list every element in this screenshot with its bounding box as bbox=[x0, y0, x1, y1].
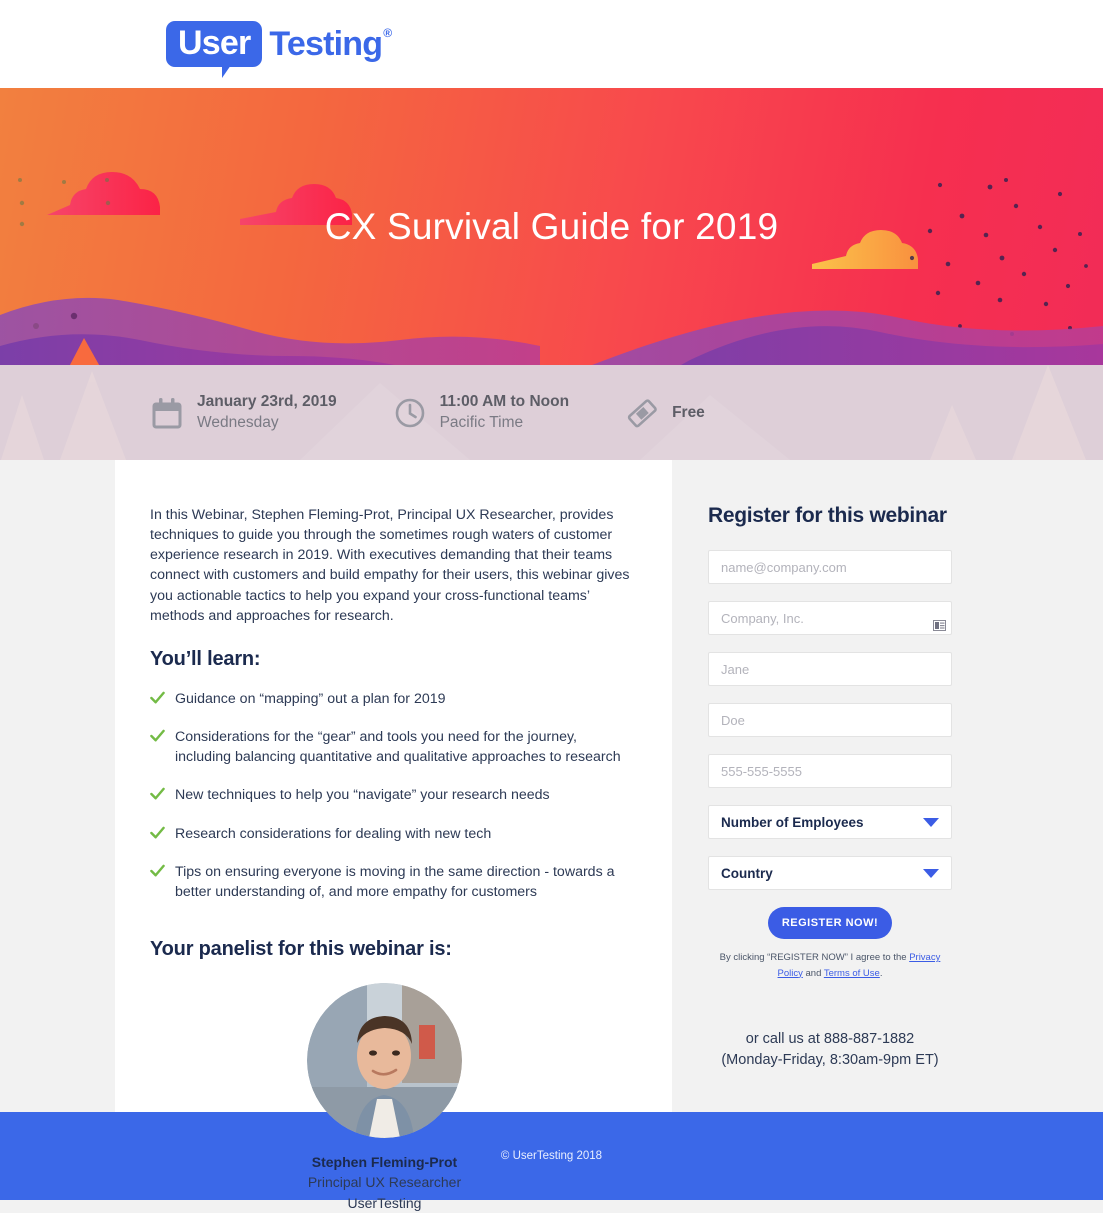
list-item-label: Research considerations for dealing with… bbox=[175, 825, 492, 842]
info-item-time: 11:00 AM to Noon Pacific Time bbox=[393, 392, 569, 434]
page-title: CX Survival Guide for 2019 bbox=[324, 205, 779, 247]
panelist-photo bbox=[307, 983, 462, 1139]
webinar-details-card: In this Webinar, Stephen Fleming-Prot, P… bbox=[115, 460, 672, 1211]
info-time-secondary: Pacific Time bbox=[439, 413, 524, 431]
call-us-line2: (Monday-Friday, 8:30am-9pm ET) bbox=[721, 1052, 939, 1069]
panelist-org: UserTesting bbox=[347, 1194, 422, 1211]
panelist-heading: Your panelist for this webinar is: bbox=[150, 938, 452, 961]
employees-select-label: Number of Employees bbox=[721, 814, 864, 830]
list-item-label: Tips on ensuring everyone is moving in t… bbox=[175, 863, 615, 900]
register-now-button[interactable]: REGISTER NOW! bbox=[768, 907, 892, 939]
call-us-block: or call us at 888-887-1882 (Monday-Frida… bbox=[708, 1029, 952, 1071]
registration-form: Register for this webinar Number of Emp bbox=[672, 460, 1103, 1112]
check-icon bbox=[150, 729, 165, 742]
registered-trademark-icon: ® bbox=[383, 26, 393, 40]
ticket-icon bbox=[627, 398, 657, 427]
email-field[interactable] bbox=[708, 550, 952, 584]
check-icon bbox=[150, 864, 165, 877]
chevron-down-icon[interactable] bbox=[923, 817, 939, 827]
learn-heading: You’ll learn: bbox=[150, 647, 261, 670]
country-select-label: Country bbox=[721, 865, 773, 881]
panelist-block: Stephen Fleming-Prot Principal UX Resear… bbox=[150, 983, 634, 1213]
phone-field[interactable] bbox=[708, 754, 952, 788]
clock-icon bbox=[395, 398, 424, 427]
logo-word: Testing bbox=[269, 25, 383, 63]
disclaimer-prefix: By clicking “REGISTER NOW” I agree to th… bbox=[719, 952, 910, 963]
info-item-date: January 23rd, 2019 Wednesday bbox=[150, 392, 337, 434]
info-date-secondary: Wednesday bbox=[197, 413, 279, 431]
list-item: New techniques to help you “navigate” yo… bbox=[150, 785, 634, 805]
learn-bullet-list: Guidance on “mapping” out a plan for 201… bbox=[150, 689, 634, 902]
email-input[interactable] bbox=[721, 559, 939, 575]
info-item-price: Free bbox=[625, 396, 705, 430]
employees-select[interactable]: Number of Employees bbox=[708, 805, 952, 839]
panelist-name: Stephen Fleming-Prot bbox=[311, 1154, 458, 1171]
country-select[interactable]: Country bbox=[708, 856, 952, 890]
list-item-label: Considerations for the “gear” and tools … bbox=[175, 729, 621, 766]
list-item-label: Guidance on “mapping” out a plan for 201… bbox=[175, 690, 446, 707]
main-content: In this Webinar, Stephen Fleming-Prot, P… bbox=[0, 460, 1103, 1211]
contact-card-icon[interactable] bbox=[933, 620, 946, 631]
intro-paragraph: In this Webinar, Stephen Fleming-Prot, P… bbox=[150, 507, 630, 624]
call-us-line1: or call us at 888-887-1882 bbox=[745, 1031, 915, 1048]
info-price-primary: Free bbox=[672, 403, 705, 421]
info-date-primary: January 23rd, 2019 bbox=[197, 392, 337, 410]
list-item: Guidance on “mapping” out a plan for 201… bbox=[150, 689, 634, 709]
logo-bubble-text: User bbox=[178, 24, 251, 62]
first-name-input[interactable] bbox=[721, 661, 939, 677]
form-disclaimer: By clicking “REGISTER NOW” I agree to th… bbox=[708, 950, 952, 981]
check-icon bbox=[150, 788, 165, 800]
phone-input[interactable] bbox=[721, 763, 939, 779]
company-input[interactable] bbox=[721, 610, 939, 626]
list-item: Considerations for the “gear” and tools … bbox=[150, 727, 634, 767]
list-item-label: New techniques to help you “navigate” yo… bbox=[175, 787, 550, 804]
terms-of-use-link[interactable]: Terms of Use bbox=[824, 968, 880, 979]
panelist-role: Principal UX Researcher bbox=[307, 1174, 462, 1191]
last-name-input[interactable] bbox=[721, 712, 939, 728]
info-time-primary: 11:00 AM to Noon bbox=[439, 392, 570, 410]
logo-bubble-icon: User bbox=[166, 21, 263, 78]
avatar bbox=[307, 983, 462, 1139]
disclaimer-middle: and bbox=[802, 967, 824, 979]
last-name-field[interactable] bbox=[708, 703, 952, 737]
disclaimer-suffix: . bbox=[879, 967, 883, 979]
check-icon bbox=[150, 826, 165, 839]
hero-banner: CX Survival Guide for 2019 bbox=[0, 88, 1103, 365]
first-name-field[interactable] bbox=[708, 652, 952, 686]
check-icon bbox=[150, 691, 165, 704]
site-header: User Testing ® bbox=[0, 0, 1103, 88]
usertesting-logo[interactable]: User Testing ® bbox=[166, 21, 393, 78]
calendar-icon bbox=[152, 397, 182, 428]
list-item: Tips on ensuring everyone is moving in t… bbox=[150, 862, 634, 902]
chevron-down-icon[interactable] bbox=[923, 868, 939, 878]
company-field[interactable] bbox=[708, 601, 952, 635]
event-info-bar: January 23rd, 2019 Wednesday 11:00 AM to… bbox=[0, 365, 1103, 460]
list-item: Research considerations for dealing with… bbox=[150, 824, 634, 844]
form-title: Register for this webinar bbox=[708, 504, 947, 527]
